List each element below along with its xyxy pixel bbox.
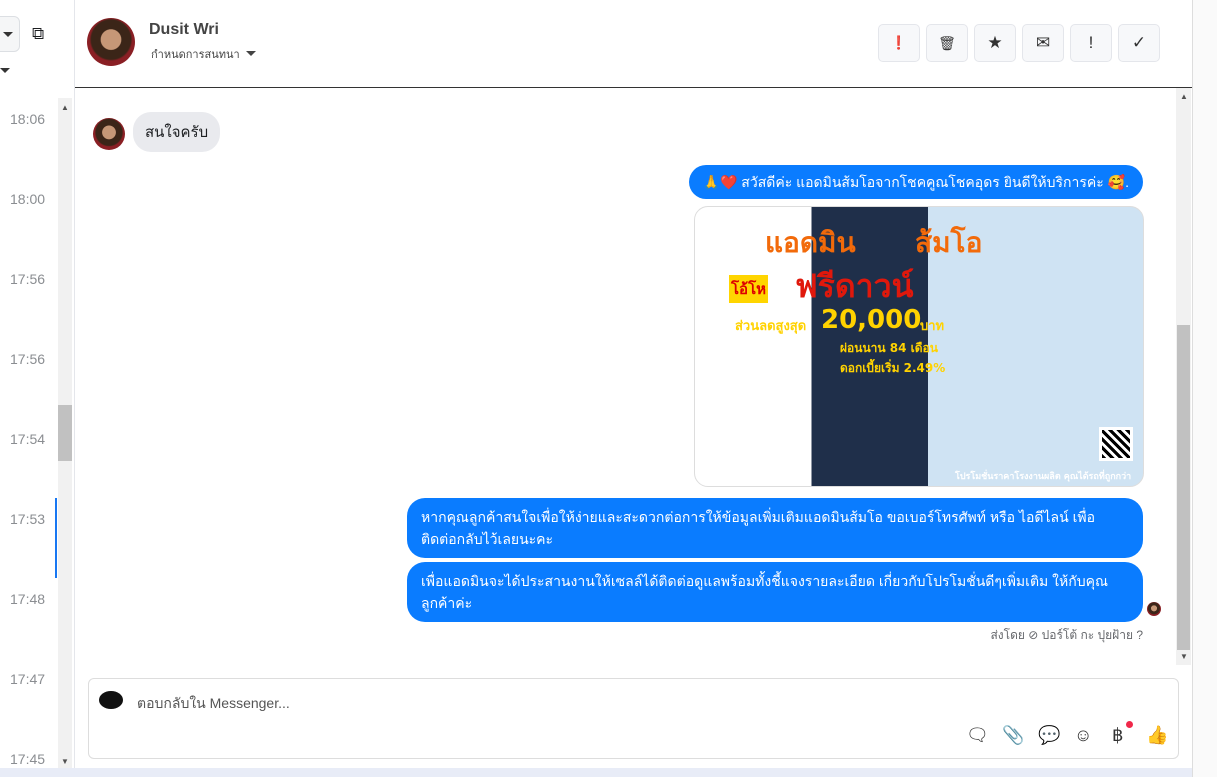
alert-circle-icon: ❗ [890,35,908,50]
notification-dot [1126,721,1133,728]
conversation-time[interactable]: 18:06 [10,111,45,127]
bottom-strip [0,768,1192,777]
scroll-up-icon[interactable]: ▲ [61,103,69,112]
contact-avatar-small [93,118,125,150]
promo-text: ผ่อนนาน 84 เดือน [840,341,938,355]
saved-reply-icon[interactable]: 🗨 [966,725,989,746]
promo-image[interactable]: แอดมิน ส้มโอ โอ้โห ฟรีดาวน์ ส่วนลดสูงสุด… [694,206,1144,487]
exclamation-icon: ! [1088,33,1094,52]
scroll-down-icon[interactable]: ▼ [1180,652,1188,661]
conversation-list: ⧉ 18:06 18:00 17:56 17:56 17:54 17:53 17… [0,0,75,777]
conversation-panel: Dusit Wri กำหนดการสนทนา ❗ 🗑 ★ ✉ ! ✓ สนใจ… [75,0,1192,777]
envelope-icon: ✉ [1035,33,1051,52]
outgoing-message: เพื่อแอดมินจะได้ประสานงานให้เซลล์ได้ติดต… [407,562,1143,622]
promo-text: 20,000 [821,305,922,335]
conversation-time[interactable]: 17:54 [10,431,45,447]
side-panel-edge [1192,0,1217,777]
list-scrollbar-thumb[interactable] [58,405,72,461]
outgoing-message: หากคุณลูกค้าสนใจเพื่อให้ง่ายและสะดวกต่อก… [407,498,1143,558]
chat-bubble-icon[interactable]: 💬 [1038,725,1060,746]
page-avatar [99,691,123,709]
reply-composer[interactable]: ตอบกลับใน Messenger... 🗨 📎 💬 ☺ ฿ 👍 [88,678,1179,759]
conversation-settings-dropdown[interactable]: กำหนดการสนทนา [151,45,256,63]
mark-unread-button[interactable]: ✉ [1022,24,1064,62]
payment-icon[interactable]: ฿ [1112,725,1123,746]
seen-avatar [1147,602,1161,616]
promo-text: ส่วนลดสูงสุด [735,319,807,334]
conversation-time[interactable]: 17:47 [10,671,45,687]
emoji-icon[interactable]: ☺ [1074,725,1092,746]
promo-footer: โปรโมชั่นราคาโรงงานผลิต คุณได้รถที่ถูกกว… [955,472,1132,482]
outgoing-message: 🙏❤️ สวัสดีค่ะ แอดมินส้มโอจากโชคคูณโชคอุด… [688,165,1143,199]
promo-text: บาท [920,319,945,334]
follow-up-button[interactable]: ! [1070,24,1112,62]
trash-icon: 🗑 [938,34,956,51]
incoming-message: สนใจครับ [133,112,221,152]
layers-icon[interactable]: ⧉ [32,24,44,44]
promo-badge: โอ้โห [729,275,769,303]
star-button[interactable]: ★ [974,24,1016,62]
delete-button[interactable]: 🗑 [926,24,968,62]
message-thread: สนใจครับ 🙏❤️ สวัสดีค่ะ แอดมินส้มโอจากโชค… [75,88,1192,665]
qr-code [1099,427,1133,461]
sent-by-label: ส่งโดย ⊘ ปอร์โต้ กะ ปุยฝ้าย ? [990,628,1143,642]
selected-conversation[interactable] [0,498,57,578]
check-icon: ✓ [1131,33,1147,52]
conversation-time[interactable]: 17:48 [10,591,45,607]
thumbs-up-icon[interactable]: 👍 [1146,725,1168,746]
caret-down-icon[interactable] [0,68,10,78]
conversation-header: Dusit Wri กำหนดการสนทนา ❗ 🗑 ★ ✉ ! ✓ [75,0,1192,88]
conversation-time[interactable]: 17:53 [10,511,45,527]
spam-button[interactable]: ❗ [878,24,920,62]
thread-scrollbar-thumb[interactable] [1177,325,1190,650]
promo-title: แอดมิน [765,226,856,259]
filter-dropdown[interactable] [0,16,20,52]
scroll-down-icon[interactable]: ▼ [61,757,69,766]
conversation-time[interactable]: 17:56 [10,351,45,367]
conversation-time[interactable]: 18:00 [10,191,45,207]
star-icon: ★ [987,33,1003,52]
mark-done-button[interactable]: ✓ [1118,24,1160,62]
conversation-time[interactable]: 17:45 [10,751,45,767]
contact-name[interactable]: Dusit Wri [149,21,219,39]
promo-text: ดอกเบี้ยเริ่ม 2.49% [840,361,946,375]
reply-input[interactable]: ตอบกลับใน Messenger... [137,693,290,715]
scroll-up-icon[interactable]: ▲ [1180,92,1188,101]
contact-avatar[interactable] [87,18,135,66]
attachment-icon[interactable]: 📎 [1002,725,1024,746]
promo-title: ส้มโอ [915,226,983,259]
conversation-time[interactable]: 17:56 [10,271,45,287]
